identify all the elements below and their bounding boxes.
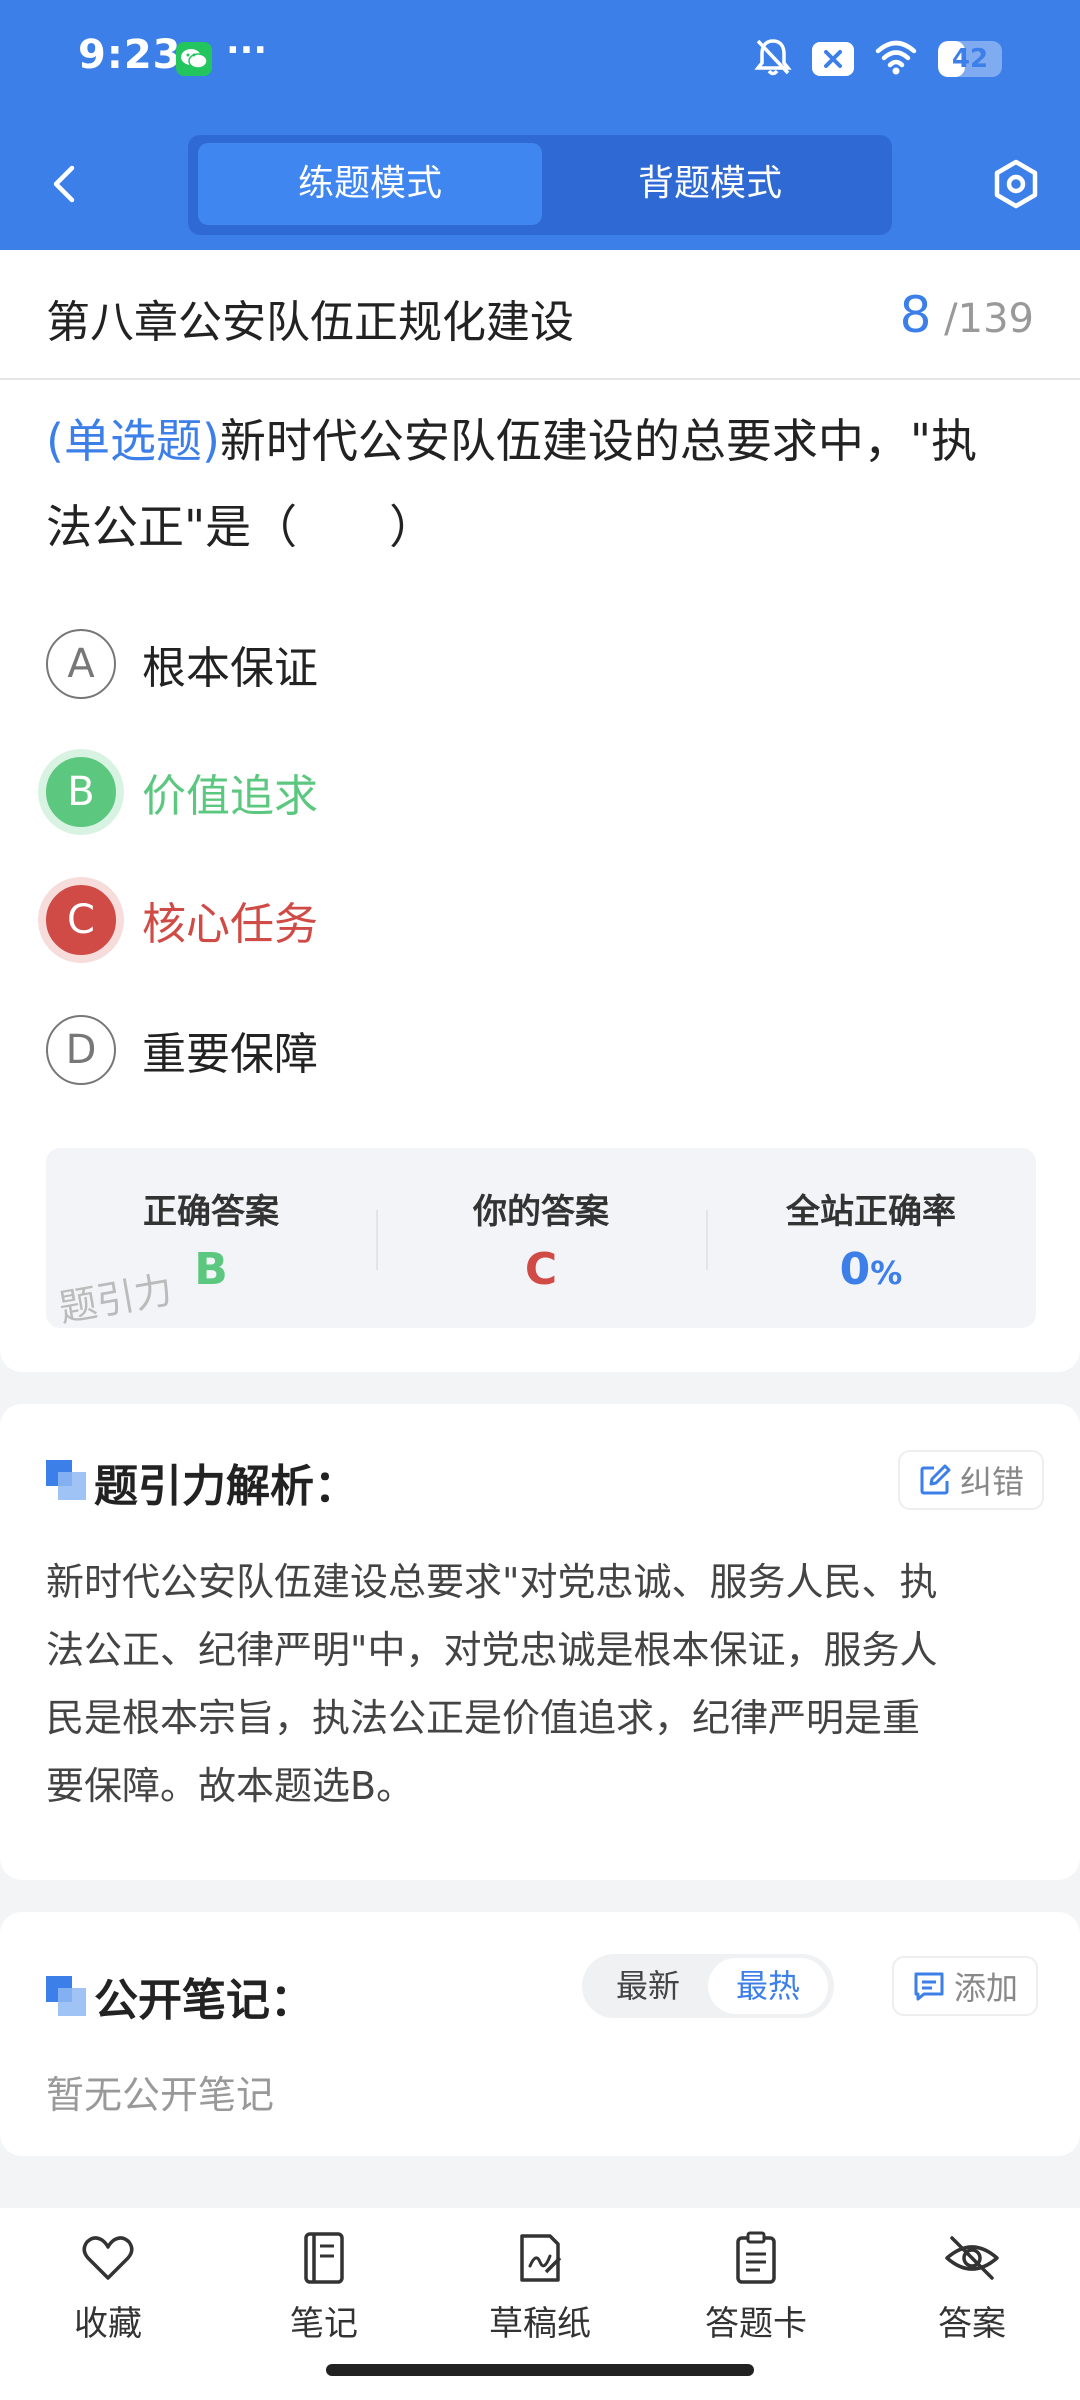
sort-hot-option[interactable]: 最热 bbox=[708, 1958, 828, 2014]
favorite-button[interactable]: 收藏 bbox=[18, 2228, 198, 2368]
site-accuracy-unit: % bbox=[870, 1254, 903, 1292]
option-d-text: 重要保障 bbox=[142, 1029, 318, 1080]
eye-off-icon bbox=[945, 2236, 999, 2280]
option-c[interactable]: C 核心任务 bbox=[46, 884, 318, 956]
comment-icon bbox=[914, 1972, 944, 2001]
answer-card-label: 答题卡 bbox=[705, 2304, 807, 2344]
analysis-line: 新时代公安队伍建设总要求"对党忠诚、服务人民、执 bbox=[46, 1560, 938, 1604]
section-squares-icon bbox=[46, 1460, 86, 1500]
chevron-left-icon bbox=[53, 165, 75, 203]
status-icons: 42 bbox=[754, 38, 1002, 80]
analysis-line: 要保障。故本题选B。 bbox=[46, 1764, 415, 1808]
battery-icon: 42 bbox=[938, 41, 1002, 77]
your-answer-column: 你的答案 C bbox=[376, 1148, 706, 1328]
public-notes-title: 公开笔记： bbox=[94, 1975, 314, 2026]
heart-icon bbox=[82, 2236, 134, 2280]
current-question-number: 8 bbox=[899, 286, 932, 344]
chapter-title: 第八章公安队伍正规化建设 bbox=[46, 297, 574, 348]
clipboard-icon bbox=[736, 2231, 776, 2284]
battery-level: 42 bbox=[951, 44, 989, 74]
notes-label: 笔记 bbox=[290, 2304, 358, 2344]
settings-hexagon-icon bbox=[994, 159, 1038, 209]
site-accuracy-column: 全站正确率 0% bbox=[706, 1148, 1036, 1328]
site-accuracy-number: 0 bbox=[839, 1244, 871, 1295]
tab-practice-mode[interactable]: 练题模式 bbox=[198, 143, 542, 225]
report-error-button[interactable]: 纠错 bbox=[898, 1450, 1045, 1510]
analysis-title: 题引力解析： bbox=[94, 1461, 358, 1512]
mute-bell-icon bbox=[754, 37, 792, 81]
section-squares-icon bbox=[46, 1976, 86, 2016]
toggle-answer-button[interactable]: 答案 bbox=[882, 2228, 1062, 2368]
answer-summary: 正确答案 B 你的答案 C 全站正确率 0% 题引力 bbox=[46, 1148, 1036, 1331]
question-progress[interactable]: 8 /139 bbox=[900, 286, 1034, 344]
public-notes-card: 公开笔记： 最新 最热 添加 暂无公开笔记 bbox=[0, 1912, 1080, 2156]
option-a[interactable]: A 根本保证 bbox=[46, 628, 318, 700]
add-note-button[interactable]: 添加 bbox=[892, 1956, 1039, 2016]
site-accuracy-label: 全站正确率 bbox=[786, 1192, 956, 1232]
scratch-paper-label: 草稿纸 bbox=[489, 2304, 591, 2344]
mode-switch: 练题模式 背题模式 bbox=[188, 135, 892, 235]
add-note-label: 添加 bbox=[954, 1969, 1019, 2007]
tab-memorize-mode[interactable]: 背题模式 bbox=[538, 143, 882, 225]
no-notes-message: 暂无公开笔记 bbox=[46, 2073, 275, 2117]
nav-bar: 练题模式 背题模式 bbox=[0, 130, 1080, 240]
correct-answer-label: 正确答案 bbox=[143, 1192, 279, 1232]
close-notification-icon bbox=[812, 42, 854, 76]
question-stem-line2: 法公正"是（ ） bbox=[46, 500, 436, 554]
option-c-text: 核心任务 bbox=[142, 899, 318, 950]
option-b-text: 价值追求 bbox=[142, 771, 318, 822]
option-a-text: 根本保证 bbox=[142, 643, 318, 694]
option-b-letter: B bbox=[46, 757, 116, 827]
question-stem-line1: 新时代公安队伍建设的总要求中，"执 bbox=[219, 414, 978, 468]
analysis-card: 题引力解析： 纠错 新时代公安队伍建设总要求"对党忠诚、服务人民、执 法公正、纪… bbox=[0, 1404, 1080, 1880]
notebook-icon bbox=[304, 2232, 344, 2284]
wechat-notification-icon bbox=[176, 42, 212, 76]
option-b[interactable]: B 价值追求 bbox=[46, 756, 318, 828]
option-d[interactable]: D 重要保障 bbox=[46, 1014, 318, 1086]
toggle-answer-label: 答案 bbox=[938, 2304, 1006, 2344]
notes-sort-switch: 最新 最热 bbox=[582, 1954, 834, 2018]
analysis-text: 新时代公安队伍建设总要求"对党忠诚、服务人民、执 法公正、纪律严明"中，对党忠诚… bbox=[46, 1548, 1046, 1820]
notes-button[interactable]: 笔记 bbox=[234, 2228, 414, 2368]
status-time: 9:23 bbox=[78, 32, 182, 78]
scratch-paper-button[interactable]: 草稿纸 bbox=[450, 2228, 630, 2368]
status-bar: 9:23 ··· 42 bbox=[0, 0, 1080, 120]
option-c-letter: C bbox=[46, 885, 116, 955]
home-indicator[interactable] bbox=[326, 2364, 754, 2376]
back-button[interactable] bbox=[42, 154, 86, 214]
more-notifications-icon: ··· bbox=[226, 30, 268, 71]
analysis-line: 民是根本宗旨，执法公正是价值追求，纪律严明是重 bbox=[46, 1696, 921, 1740]
question-type: (单选题) bbox=[46, 414, 220, 468]
settings-button[interactable] bbox=[988, 154, 1044, 214]
edit-icon bbox=[920, 1464, 951, 1495]
wifi-icon bbox=[874, 39, 918, 79]
question-text: (单选题)新时代公安队伍建设的总要求中，"执 法公正"是（ ） bbox=[46, 398, 1046, 570]
question-card: 第八章公安队伍正规化建设 8 /139 (单选题)新时代公安队伍建设的总要求中，… bbox=[0, 250, 1080, 1372]
scratch-paper-icon bbox=[520, 2234, 562, 2282]
favorite-label: 收藏 bbox=[74, 2304, 142, 2344]
your-answer-label: 你的答案 bbox=[473, 1192, 609, 1232]
option-a-letter: A bbox=[46, 629, 116, 699]
chapter-row: 第八章公安队伍正规化建设 8 /139 bbox=[0, 250, 1080, 380]
analysis-line: 法公正、纪律严明"中，对党忠诚是根本保证，服务人 bbox=[46, 1628, 938, 1672]
your-answer-value: C bbox=[524, 1244, 558, 1295]
option-d-letter: D bbox=[46, 1015, 116, 1085]
site-accuracy-value: 0% bbox=[706, 1244, 1036, 1295]
sort-latest-option[interactable]: 最新 bbox=[588, 1958, 708, 2014]
app-header: 9:23 ··· 42 练题模式 背题模式 bbox=[0, 0, 1080, 250]
report-error-label: 纠错 bbox=[960, 1463, 1025, 1501]
progress-separator: / bbox=[944, 296, 958, 342]
answer-card-button[interactable]: 答题卡 bbox=[666, 2228, 846, 2368]
total-question-count: 139 bbox=[957, 296, 1034, 342]
